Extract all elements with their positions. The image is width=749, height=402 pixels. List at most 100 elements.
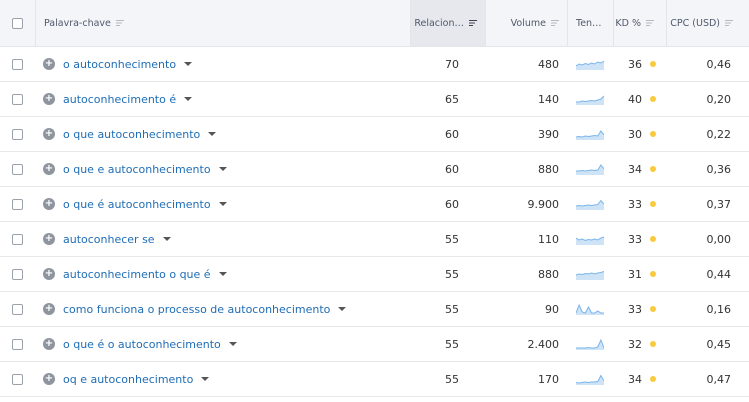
add-keyword-icon[interactable]: + [43,303,55,315]
caret-down-icon[interactable] [208,132,217,136]
volume-cell: 480 [485,47,567,81]
caret-down-icon[interactable] [218,167,227,171]
kd-cell: 40 [613,82,666,116]
keyword-link[interactable]: o que autoconhecimento [63,128,200,141]
caret-down-icon[interactable] [201,377,210,381]
kd-indicator-dot [650,376,656,382]
caret-down-icon[interactable] [218,272,227,276]
column-header-trend[interactable]: Ten… [567,0,613,46]
keyword-link[interactable]: autoconhecimento o que é [63,268,211,281]
add-keyword-icon[interactable]: + [43,338,55,350]
add-keyword-icon[interactable]: + [43,163,55,175]
relevance-value: 55 [445,372,459,386]
kd-indicator-dot [650,306,656,312]
row-checkbox[interactable] [12,373,23,385]
volume-value: 9.900 [527,197,560,211]
caret-down-icon[interactable] [184,97,193,101]
kd-value: 33 [628,302,642,316]
sort-icon [725,20,733,26]
keyword-link[interactable]: autoconhecer se [63,233,155,246]
volume-value: 880 [538,267,559,281]
row-checkbox[interactable] [12,338,23,350]
row-checkbox[interactable] [12,93,23,105]
table-row: + o que autoconhecimento 60 390 30 0,22 [0,117,749,152]
relevance-value: 55 [445,337,459,351]
keyword-link[interactable]: autoconhecimento é [63,93,176,106]
keyword-cell: + autoconhecimento o que é [35,257,410,291]
relevance-value: 60 [445,162,459,176]
kd-indicator-dot [650,201,656,207]
trend-sparkline [576,130,604,140]
keyword-link[interactable]: o que é autoconhecimento [63,198,211,211]
add-keyword-icon[interactable]: + [43,58,55,70]
select-all-checkbox[interactable] [12,17,23,29]
trend-sparkline [576,303,604,315]
caret-down-icon[interactable] [228,342,237,346]
row-checkbox[interactable] [12,163,23,175]
add-keyword-icon[interactable]: + [43,128,55,140]
trend-cell [567,82,613,116]
relevance-value: 55 [445,232,459,246]
row-checkbox[interactable] [12,303,23,315]
sort-icon [646,20,654,26]
row-checkbox[interactable] [12,233,23,245]
caret-down-icon[interactable] [338,307,347,311]
row-checkbox[interactable] [12,268,23,280]
column-header-relevance[interactable]: Relacion… [410,0,485,46]
kd-cell: 30 [613,117,666,151]
table-row: + oq e autoconhecimento 55 170 34 0,47 [0,362,749,397]
row-select-cell [0,362,35,396]
kd-cell: 34 [613,362,666,396]
keyword-link[interactable]: o autoconhecimento [63,58,176,71]
trend-cell [567,222,613,256]
kd-value: 33 [628,232,642,246]
add-keyword-icon[interactable]: + [43,233,55,245]
column-header-cpc[interactable]: CPC (USD) [666,0,743,46]
cpc-value: 0,36 [706,162,732,176]
volume-cell: 2.400 [485,327,567,361]
add-keyword-icon[interactable]: + [43,198,55,210]
cpc-cell: 0,45 [666,327,743,361]
volume-value: 2.400 [527,337,560,351]
keyword-link[interactable]: o que e autoconhecimento [63,163,211,176]
caret-down-icon[interactable] [218,202,227,206]
add-keyword-icon[interactable]: + [43,93,55,105]
volume-cell: 880 [485,257,567,291]
trend-sparkline [576,374,604,385]
relevance-cell: 55 [410,292,485,326]
row-checkbox[interactable] [12,128,23,140]
trend-sparkline [576,236,604,245]
add-keyword-icon[interactable]: + [43,268,55,280]
caret-down-icon[interactable] [162,237,171,241]
volume-cell: 390 [485,117,567,151]
row-checkbox[interactable] [12,58,23,70]
kd-value: 30 [628,127,642,141]
keyword-link[interactable]: oq e autoconhecimento [63,373,193,386]
relevance-cell: 70 [410,47,485,81]
cpc-cell: 0,20 [666,82,743,116]
table-row: + autoconhecimento é 65 140 40 0,20 [0,82,749,117]
caret-down-icon[interactable] [184,62,193,66]
keyword-link[interactable]: como funciona o processo de autoconhecim… [63,303,330,316]
row-select-cell [0,152,35,186]
trend-sparkline [576,164,604,175]
column-header-keyword[interactable]: Palavra-chave [35,0,410,46]
relevance-cell: 55 [410,257,485,291]
column-header-volume[interactable]: Volume [485,0,567,46]
kd-indicator-dot [650,341,656,347]
table-row: + o que é autoconhecimento 60 9.900 33 0… [0,187,749,222]
cpc-cell: 0,47 [666,362,743,396]
kd-indicator-dot [650,96,656,102]
row-select-cell [0,327,35,361]
trend-cell [567,257,613,291]
column-header-kd[interactable]: KD % [613,0,666,46]
row-checkbox[interactable] [12,198,23,210]
sort-active-icon [469,20,477,26]
keyword-link[interactable]: o que é o autoconhecimento [63,338,221,351]
relevance-cell: 60 [410,187,485,221]
sort-icon [551,20,559,26]
add-keyword-icon[interactable]: + [43,373,55,385]
kd-value: 40 [628,92,642,106]
trend-cell [567,362,613,396]
volume-value: 880 [538,162,559,176]
